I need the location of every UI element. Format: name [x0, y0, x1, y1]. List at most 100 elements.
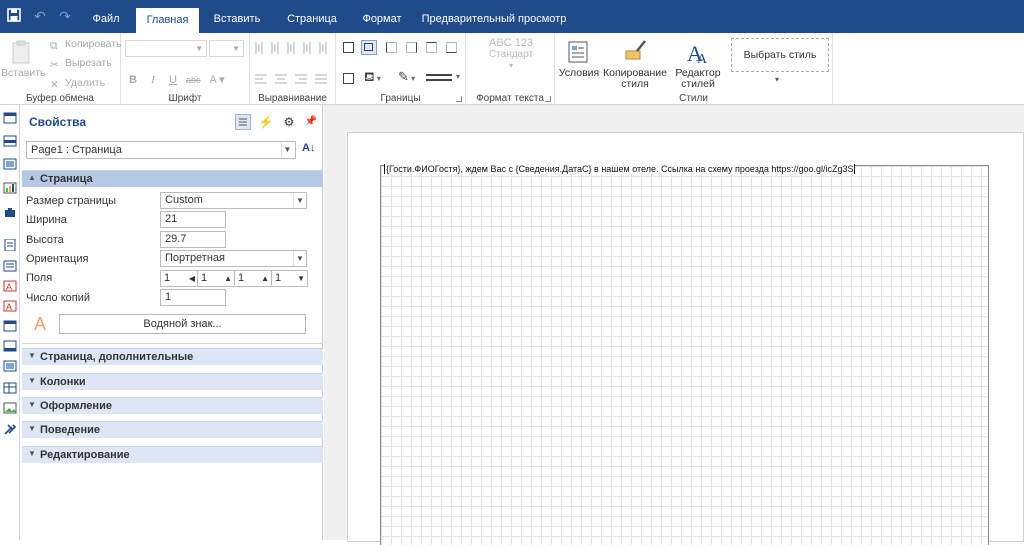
- text-icon[interactable]: [3, 239, 17, 251]
- font-family-select[interactable]: ▼: [125, 40, 207, 57]
- image-icon[interactable]: [3, 402, 17, 414]
- sort-az-icon[interactable]: A↓: [302, 142, 315, 154]
- delete-button[interactable]: ✕ Удалить: [50, 76, 105, 91]
- container-icon[interactable]: [3, 158, 17, 170]
- font-size-select[interactable]: ▼: [209, 40, 244, 57]
- left-border-icon[interactable]: [386, 42, 397, 53]
- tab-preview[interactable]: Предварительный просмотр: [420, 8, 568, 33]
- tab-format[interactable]: Формат: [352, 8, 412, 33]
- tab-file[interactable]: Файл: [84, 8, 128, 33]
- arrow-up-icon: ▲: [224, 274, 232, 283]
- section-page-extra[interactable]: ▼ Страница, дополнительные: [22, 348, 323, 365]
- section-behavior[interactable]: ▼ Поведение: [22, 421, 323, 438]
- chevron-down-icon: ▾: [508, 61, 513, 70]
- tab-page[interactable]: Страница: [280, 8, 344, 33]
- margin-bottom-input[interactable]: 1 ▼: [272, 270, 308, 287]
- title-bar: ↶ ↷ Файл Главная Вставить Страница Форма…: [0, 0, 1024, 33]
- bottom-border-icon[interactable]: [446, 42, 457, 53]
- top-border-icon[interactable]: [426, 42, 437, 53]
- horizontal-align-icons[interactable]: [254, 73, 332, 87]
- margin-bottom-value: 1: [275, 272, 282, 284]
- paste-button[interactable]: Вставить: [1, 39, 46, 79]
- border-box-icon[interactable]: [343, 73, 354, 84]
- italic-button[interactable]: I: [146, 73, 160, 87]
- section-behavior-label: Поведение: [40, 424, 100, 436]
- copy-button[interactable]: ⧉ Копировать: [50, 37, 122, 52]
- border-color-icon[interactable]: ✎ ▾: [398, 69, 415, 85]
- chart-icon[interactable]: [3, 182, 17, 194]
- copy-style-button[interactable]: Копирование стиля: [603, 39, 667, 90]
- underline-button[interactable]: U: [166, 73, 180, 87]
- margin-left-input[interactable]: 1 ◀: [161, 270, 198, 287]
- section-columns[interactable]: ▼ Колонки: [22, 373, 323, 390]
- margin-right-value: 1: [238, 272, 245, 284]
- text-format-button[interactable]: ABC 123 Стандарт ▾: [488, 38, 534, 71]
- border-style-select[interactable]: ▾: [426, 72, 460, 83]
- all-borders-icon[interactable]: [343, 42, 354, 53]
- margin-right-input[interactable]: 1 ▲: [235, 270, 272, 287]
- chevron-down-icon: ▼: [28, 424, 36, 433]
- strikethrough-button[interactable]: abc: [186, 73, 201, 87]
- chevron-down-icon: ▼: [28, 449, 36, 458]
- bold-button[interactable]: B: [126, 73, 140, 87]
- object-selector-value: Page1 : Страница: [31, 144, 122, 156]
- page-size-select[interactable]: Custom ▼: [160, 192, 307, 209]
- tools-icon[interactable]: [3, 423, 17, 435]
- object-selector[interactable]: Page1 : Страница ▼: [26, 141, 296, 159]
- section-page[interactable]: ▲ Страница: [22, 170, 323, 187]
- redo-icon[interactable]: ↷: [57, 8, 73, 24]
- paste-label: Вставить: [1, 67, 46, 79]
- table-icon[interactable]: [3, 382, 17, 394]
- width-input[interactable]: 21: [160, 211, 226, 228]
- band-icon[interactable]: [3, 112, 17, 124]
- cross-band-icon[interactable]: [3, 135, 17, 147]
- margins-label: Поля: [26, 272, 53, 284]
- right-border-icon[interactable]: [406, 42, 417, 53]
- section-appearance[interactable]: ▼ Оформление: [22, 397, 323, 414]
- header-band-icon[interactable]: [3, 320, 17, 332]
- section-editing[interactable]: ▼ Редактирование: [22, 446, 323, 463]
- watermark-icon: A: [34, 314, 47, 334]
- tab-insert[interactable]: Вставить: [205, 8, 269, 33]
- svg-text:A: A: [697, 52, 708, 65]
- footer-band-icon[interactable]: [3, 340, 17, 352]
- chevron-up-icon: ▲: [28, 173, 36, 182]
- vertical-align-icons[interactable]: [254, 41, 332, 55]
- orientation-label: Ориентация: [26, 253, 89, 265]
- text-format-group: ABC 123 Стандарт ▾ Формат текста: [466, 33, 555, 105]
- copies-input[interactable]: 1: [160, 289, 226, 306]
- clipboard-group: Вставить ⧉ Копировать ✂ Вырезать ✕ Удалить …: [0, 33, 122, 105]
- text-box-b-icon[interactable]: A: [3, 300, 17, 312]
- cut-button[interactable]: ✂ Вырезать: [50, 56, 112, 71]
- undo-icon[interactable]: ↶: [32, 8, 48, 24]
- height-input[interactable]: 29.7: [160, 231, 226, 248]
- conditions-button[interactable]: Условия: [557, 39, 601, 79]
- divider: [22, 343, 323, 344]
- report-designer-canvas[interactable]: {Гости.ФИОГостя}, ждем Вас с {Сведения.Д…: [324, 105, 1024, 545]
- save-icon[interactable]: [6, 8, 22, 24]
- rich-text-icon[interactable]: [3, 260, 17, 272]
- style-editor-button[interactable]: AA Редактор стилей: [669, 39, 727, 90]
- events-lightning-icon[interactable]: ⚡: [258, 114, 274, 130]
- choose-style-gallery[interactable]: Выбрать стиль: [731, 38, 829, 72]
- chevron-down-icon: ▼: [28, 376, 36, 385]
- page-grid[interactable]: {Гости.ФИОГостя}, ждем Вас с {Сведения.Д…: [380, 164, 989, 545]
- chevron-down-icon[interactable]: ▾: [775, 75, 779, 84]
- tab-home[interactable]: Главная: [136, 8, 199, 33]
- no-border-icon[interactable]: [361, 40, 377, 55]
- choose-style-label: Выбрать стиль: [743, 49, 817, 61]
- margin-top-input[interactable]: 1 ▲: [198, 270, 235, 287]
- margin-top-value: 1: [201, 272, 208, 284]
- puzzle-icon[interactable]: [3, 206, 17, 218]
- panel-icon[interactable]: [3, 360, 17, 372]
- orientation-select[interactable]: Портретная ▼: [160, 250, 307, 267]
- gear-icon[interactable]: ⚙: [281, 114, 297, 130]
- report-page[interactable]: {Гости.ФИОГостя}, ждем Вас с {Сведения.Д…: [347, 132, 1024, 545]
- fill-color-icon[interactable]: ⛾ ▾: [364, 69, 381, 87]
- grid-view-icon[interactable]: [235, 114, 251, 130]
- font-color-button[interactable]: A ▾: [206, 73, 228, 87]
- text-box-a-icon[interactable]: A: [3, 280, 17, 292]
- watermark-button[interactable]: Водяной знак...: [59, 314, 306, 334]
- report-text-component[interactable]: {Гости.ФИОГостя}, ждем Вас с {Сведения.Д…: [384, 164, 856, 174]
- pin-icon[interactable]: 📌: [303, 114, 319, 130]
